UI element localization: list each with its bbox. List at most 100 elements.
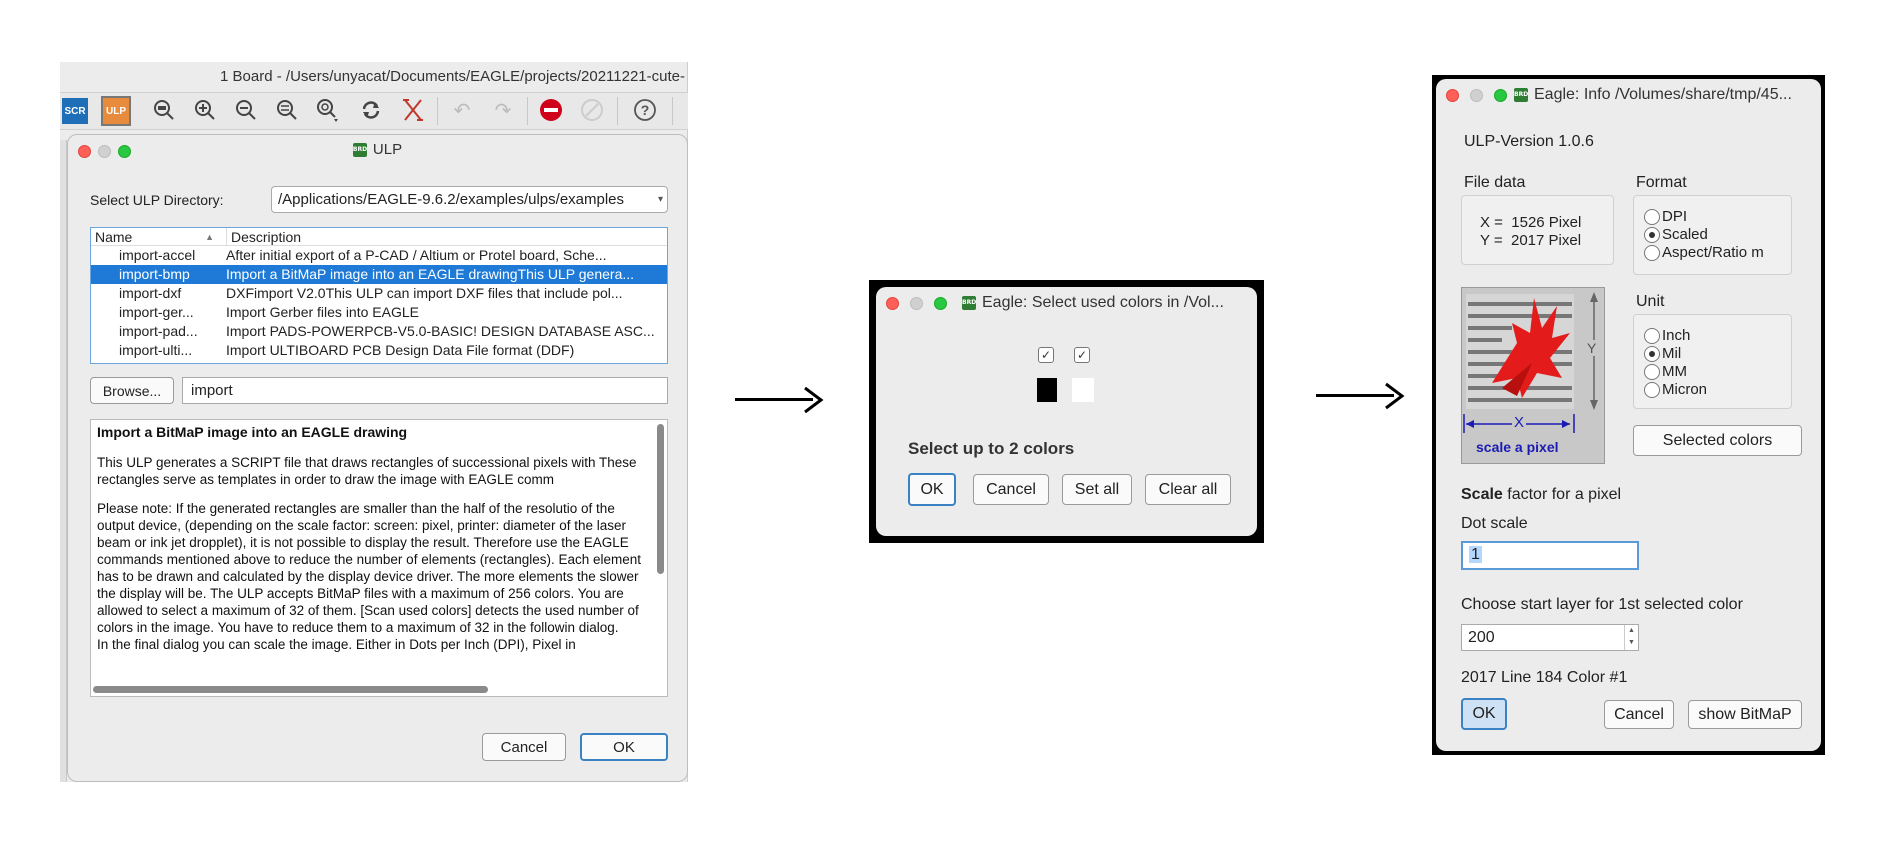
go-icon[interactable] <box>577 95 607 125</box>
cancel-button[interactable]: Cancel <box>482 733 566 761</box>
clear-all-button[interactable]: Clear all <box>1145 474 1231 505</box>
search-input[interactable]: import <box>182 377 668 404</box>
cancel-button[interactable]: Cancel <box>1604 700 1674 729</box>
ratsnest-icon[interactable] <box>398 95 428 125</box>
color-dialog-frame: BRD Eagle: Select used colors in /Vol... … <box>869 280 1264 543</box>
zoom-window-icon[interactable] <box>313 95 343 125</box>
list-item[interactable]: import-ulti... Import ULTIBOARD PCB Desig… <box>91 341 667 360</box>
color-swatch-white <box>1072 378 1094 402</box>
radio-mil[interactable]: Mil <box>1644 345 1682 363</box>
list-item[interactable]: import-pad... Import PADS-POWERPCB-V5.0-B… <box>91 322 667 341</box>
item-name: import-pad... <box>119 323 198 339</box>
dir-select[interactable]: /Applications/EAGLE-9.6.2/examples/ulps/… <box>271 186 668 213</box>
close-button[interactable] <box>886 297 899 310</box>
scr-button[interactable]: SCR <box>62 98 88 124</box>
list-item[interactable]: import-dxf DXFimport V2.0This ULP can imp… <box>91 284 667 303</box>
desc-p3: In the final dialog you can scale the im… <box>97 637 576 652</box>
list-header: Name ▲ Description <box>91 228 667 246</box>
zoom-in-icon[interactable] <box>190 95 220 125</box>
vertical-scrollbar[interactable] <box>657 424 664 574</box>
col-desc[interactable]: Description <box>226 228 667 245</box>
col-name-label: Name <box>95 229 133 245</box>
brd-icon: BRD <box>962 295 976 310</box>
desc-text: Import a BitMaP image into an EAGLE draw… <box>97 424 653 653</box>
item-desc: DXFimport V2.0This ULP can import DXF fi… <box>226 285 623 301</box>
list-item[interactable]: import-ger... Import Gerber files into EA… <box>91 303 667 322</box>
flow-arrow <box>735 385 825 415</box>
color-checkbox[interactable]: ✓ <box>1038 347 1054 363</box>
radio-micron[interactable]: Micron <box>1644 381 1708 399</box>
brd-icon: BRD <box>352 143 367 158</box>
zoom-out-icon[interactable] <box>231 95 261 125</box>
set-all-button[interactable]: Set all <box>1062 474 1132 505</box>
radio-aspect[interactable]: Aspect/Ratio m <box>1644 244 1764 262</box>
radio-inch[interactable]: Inch <box>1644 327 1691 345</box>
zoom-button[interactable] <box>1494 89 1507 102</box>
minimize-button[interactable] <box>910 297 923 310</box>
desc-p2: Please note: If the generated rectangles… <box>97 501 642 635</box>
info-dialog: BRD Eagle: Info /Volumes/share/tmp/45... … <box>1436 79 1821 751</box>
unit-group: Inch Mil MM Micron <box>1633 314 1792 409</box>
zoom-button[interactable] <box>934 297 947 310</box>
item-name: import-dxf <box>119 285 182 301</box>
brd-icon: BRD <box>1514 87 1528 102</box>
item-desc: Import ULTIBOARD PCB Design Data File fo… <box>226 342 575 358</box>
browse-button[interactable]: Browse... <box>90 377 174 404</box>
description-pane[interactable]: Import a BitMaP image into an EAGLE draw… <box>90 419 668 697</box>
item-name: import-ger... <box>119 304 194 320</box>
file-data-label: File data <box>1464 174 1526 191</box>
stop-icon[interactable] <box>536 95 566 125</box>
zoom-fit-icon[interactable] <box>149 95 179 125</box>
dialog-title-text: Eagle: Select used colors in /Vol... <box>982 294 1224 311</box>
window-edge <box>60 140 67 782</box>
spinner-arrows[interactable]: ▲ ▼ <box>1624 625 1638 650</box>
layer-spinner[interactable]: 200 ▲ ▼ <box>1461 624 1639 651</box>
flow-arrow <box>1316 381 1406 411</box>
cancel-button[interactable]: Cancel <box>973 474 1049 505</box>
selected-colors-button[interactable]: Selected colors <box>1633 425 1802 456</box>
radio-inch-label: Inch <box>1662 327 1691 344</box>
ulp-button[interactable]: ULP <box>101 96 131 126</box>
minimize-button[interactable] <box>1470 89 1483 102</box>
ok-button[interactable]: OK <box>580 733 668 761</box>
ulp-dialog: BRD ULP Select ULP Directory: /Applicatio… <box>67 134 688 782</box>
sort-asc-icon: ▲ <box>205 232 214 242</box>
radio-scaled[interactable]: Scaled <box>1644 226 1708 244</box>
ulp-list[interactable]: Name ▲ Description import-accel After init… <box>90 227 668 364</box>
unit-label: Unit <box>1636 293 1665 310</box>
radio-mil-label: Mil <box>1662 345 1682 362</box>
dot-scale-label: Dot scale <box>1461 515 1528 532</box>
redraw-icon[interactable] <box>356 95 386 125</box>
dir-label: Select ULP Directory: <box>90 192 224 208</box>
file-data-group: X = 1526 Pixel Y = 2017 Pixel <box>1461 195 1614 265</box>
horizontal-scrollbar[interactable] <box>93 686 488 693</box>
radio-dpi-label: DPI <box>1662 208 1688 225</box>
show-bitmap-button[interactable]: show BitMaP <box>1688 700 1802 729</box>
dir-value: /Applications/EAGLE-9.6.2/examples/ulps/… <box>278 191 625 208</box>
ok-button[interactable]: OK <box>908 473 956 506</box>
dot-scale-input[interactable]: 1 <box>1461 541 1639 570</box>
radio-mm[interactable]: MM <box>1644 363 1687 381</box>
redo-icon[interactable]: ↷ <box>488 95 518 125</box>
radio-aspect-label: Aspect/Ratio m <box>1662 244 1764 261</box>
dialog-title-text: ULP <box>372 141 403 158</box>
list-item[interactable]: import-accel After initial export of a P-… <box>91 246 667 265</box>
desc-p1: This ULP generates a SCRIPT file that dr… <box>97 455 637 487</box>
color-dialog: BRD Eagle: Select used colors in /Vol... … <box>876 287 1257 536</box>
list-item-selected[interactable]: import-bmp Import a BitMaP image into an … <box>91 265 667 284</box>
undo-icon[interactable]: ↶ <box>447 95 477 125</box>
dialog-title: BRD ULP <box>68 141 687 158</box>
close-button[interactable] <box>1446 89 1459 102</box>
color-checkbox[interactable]: ✓ <box>1074 347 1090 363</box>
radio-inch-circle <box>1644 328 1660 345</box>
scale-rest: factor for a pixel <box>1502 486 1622 503</box>
status-text: 2017 Line 184 Color #1 <box>1461 669 1628 686</box>
zoom-select-icon[interactable] <box>272 95 302 125</box>
col-name[interactable]: Name ▲ <box>91 228 226 245</box>
radio-dpi[interactable]: DPI <box>1644 208 1688 226</box>
ok-button[interactable]: OK <box>1461 698 1507 730</box>
help-icon[interactable]: ? <box>630 95 660 125</box>
radio-micron-label: Micron <box>1662 381 1708 398</box>
dialog-title: BRD Eagle: Select used colors in /Vol... <box>962 294 1251 312</box>
chevron-down-icon: ▾ <box>657 194 663 205</box>
